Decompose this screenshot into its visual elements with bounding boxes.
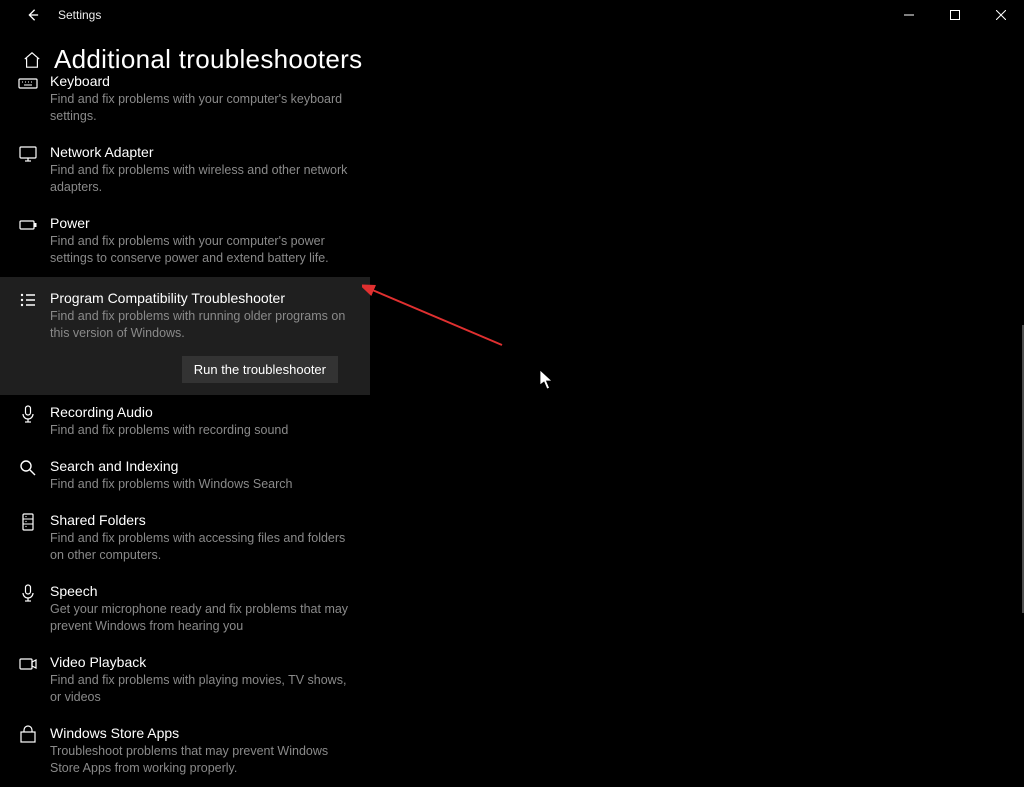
search-icon — [18, 458, 40, 481]
item-title: Keyboard — [50, 72, 350, 90]
maximize-button[interactable] — [932, 0, 978, 30]
item-title: Power — [50, 214, 350, 232]
minimize-icon — [904, 10, 914, 20]
close-button[interactable] — [978, 0, 1024, 30]
item-title: Video Playback — [50, 653, 350, 671]
troubleshooter-item-speech[interactable]: Speech Get your microphone ready and fix… — [0, 574, 370, 645]
run-troubleshooter-button[interactable]: Run the troubleshooter — [182, 356, 338, 383]
mouse-cursor — [540, 370, 554, 390]
microphone-icon — [18, 404, 40, 427]
server-icon — [18, 512, 40, 535]
window-controls — [886, 0, 1024, 30]
item-title: Program Compatibility Troubleshooter — [50, 289, 350, 307]
item-title: Search and Indexing — [50, 457, 350, 475]
item-desc: Find and fix problems with accessing fil… — [50, 530, 350, 564]
troubleshooter-item-program-compatibility[interactable]: Program Compatibility Troubleshooter Fin… — [0, 277, 370, 395]
list-check-icon — [18, 290, 40, 313]
close-icon — [996, 10, 1006, 20]
title-bar: Settings — [0, 0, 1024, 30]
troubleshooter-item-network-adapter[interactable]: Network Adapter Find and fix problems wi… — [0, 135, 370, 206]
troubleshooter-item-recording-audio[interactable]: Recording Audio Find and fix problems wi… — [0, 395, 370, 449]
item-desc: Find and fix problems with recording sou… — [50, 422, 350, 439]
item-desc: Find and fix problems with your computer… — [50, 233, 350, 267]
microphone-icon — [18, 583, 40, 606]
item-desc: Find and fix problems with Windows Searc… — [50, 476, 350, 493]
item-desc: Find and fix problems with your computer… — [50, 91, 350, 125]
troubleshooter-item-keyboard[interactable]: Keyboard Find and fix problems with your… — [0, 72, 370, 135]
troubleshooter-item-shared-folders[interactable]: Shared Folders Find and fix problems wit… — [0, 503, 370, 574]
home-button[interactable] — [20, 48, 44, 72]
monitor-icon — [18, 144, 40, 167]
troubleshooter-item-power[interactable]: Power Find and fix problems with your co… — [0, 206, 370, 277]
troubleshooter-list: Keyboard Find and fix problems with your… — [0, 72, 370, 613]
maximize-icon — [950, 10, 960, 20]
troubleshooter-item-windows-store-apps[interactable]: Windows Store Apps Troubleshoot problems… — [0, 716, 370, 787]
item-desc: Get your microphone ready and fix proble… — [50, 601, 350, 635]
item-desc: Troubleshoot problems that may prevent W… — [50, 743, 350, 777]
item-desc: Find and fix problems with running older… — [50, 308, 350, 342]
page-header: Additional troubleshooters — [0, 44, 1024, 75]
item-title: Network Adapter — [50, 143, 350, 161]
back-arrow-icon — [25, 8, 39, 22]
troubleshooter-item-search-indexing[interactable]: Search and Indexing Find and fix problem… — [0, 449, 370, 503]
item-desc: Find and fix problems with playing movie… — [50, 672, 350, 706]
item-title: Windows Store Apps — [50, 724, 350, 742]
item-title: Shared Folders — [50, 511, 350, 529]
keyboard-icon — [18, 73, 40, 96]
battery-icon — [18, 215, 40, 238]
back-button[interactable] — [20, 3, 44, 27]
page-title: Additional troubleshooters — [54, 44, 362, 75]
item-title: Speech — [50, 582, 350, 600]
store-icon — [18, 725, 40, 748]
item-title: Recording Audio — [50, 403, 350, 421]
minimize-button[interactable] — [886, 0, 932, 30]
window-title: Settings — [58, 8, 101, 22]
item-desc: Find and fix problems with wireless and … — [50, 162, 350, 196]
annotation-arrow — [362, 265, 512, 355]
home-icon — [23, 51, 41, 69]
video-icon — [18, 654, 40, 677]
troubleshooter-item-video-playback[interactable]: Video Playback Find and fix problems wit… — [0, 645, 370, 716]
